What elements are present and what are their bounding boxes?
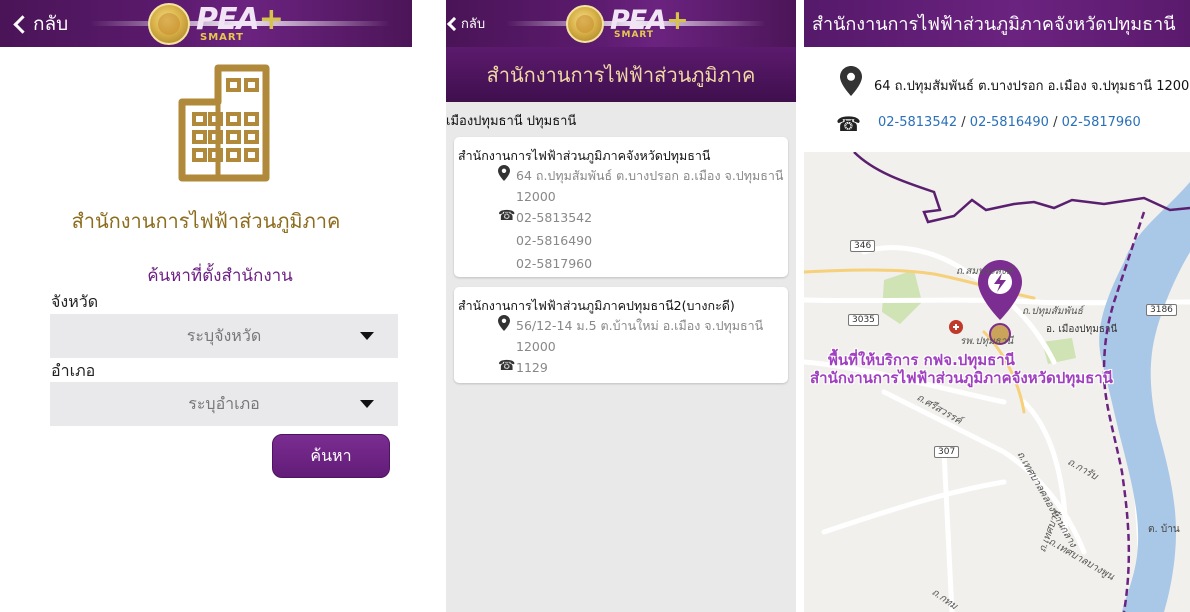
chevron-left-icon (13, 14, 32, 34)
map-street-label: ถ.สมประสงค์ (956, 266, 1013, 277)
office-postcode: 12000 (516, 339, 556, 354)
map-place-label: ต. บ้าน (1148, 524, 1180, 535)
office-postcode: 12000 (516, 189, 556, 204)
pea-logo: PEA+ SMART (148, 2, 284, 46)
location-pin-icon (498, 315, 510, 331)
office-phone[interactable]: 02-5817960 (516, 256, 592, 271)
office-card[interactable]: สำนักงานการไฟฟ้าส่วนภูมิภาคปทุมธานี2(บาง… (454, 287, 788, 383)
pea-logo: PEA+ SMART (566, 2, 689, 46)
detail-phones: 02-5813542 / 02-5816490 / 02-5817960 (878, 115, 1141, 130)
province-label: จังหวัด (51, 292, 99, 311)
dropdown-arrow-icon (360, 332, 374, 340)
district-line: เมืองปทุมธานี ปทุมธานี (446, 114, 577, 129)
phone-icon: ☎ (836, 112, 861, 136)
back-button[interactable]: กลับ (10, 9, 68, 39)
back-label: กลับ (33, 13, 69, 35)
province-select[interactable]: ระบุจังหวัด (50, 314, 398, 358)
road-shield: 307 (934, 446, 960, 458)
screen-results: กลับ PEA+ SMART สำนักงานการไฟฟ้าส่วนภูมิ… (446, 0, 796, 612)
office-name: สำนักงานการไฟฟ้าส่วนภูมิภาคปทุมธานี2(บาง… (458, 298, 735, 313)
detail-address: 64 ถ.ปทุมสัมพันธ์ ต.บางปรอก อ.เมือง จ.ปท… (874, 79, 1190, 94)
service-area-map[interactable]: ถ.สมประสงค์ ถ.ปทุมสัมพันธ์ อ. เมืองปทุมธ… (804, 152, 1190, 612)
pea-seal-icon (566, 5, 604, 43)
logo-text: PEA+ (196, 2, 284, 37)
logo-plus: + (666, 4, 689, 36)
logo-sub: SMART (614, 30, 655, 40)
results-header: สำนักงานการไฟฟ้าส่วนภูมิภาค (446, 47, 796, 102)
road-shield: 3035 (848, 314, 879, 326)
search-button[interactable]: ค้นหา (272, 434, 390, 478)
office-name: สำนักงานการไฟฟ้าส่วนภูมิภาคจังหวัดปทุมธา… (458, 148, 711, 163)
phone-separator: / (1048, 115, 1062, 130)
phone-icon: ☎ (498, 208, 516, 224)
office-card[interactable]: สำนักงานการไฟฟ้าส่วนภูมิภาคจังหวัดปทุมธา… (454, 137, 788, 277)
road-shield: 346 (850, 240, 876, 252)
logo-plus: + (258, 2, 284, 37)
search-button-label: ค้นหา (310, 445, 352, 465)
pea-seal-icon (148, 3, 190, 45)
phone-link[interactable]: 02-5816490 (970, 115, 1049, 130)
phone-link[interactable]: 02-5817960 (1062, 115, 1141, 130)
service-area-office-label: สำนักงานการไฟฟ้าส่วนภูมิภาคจังหวัดปทุมธา… (810, 369, 1113, 387)
office-building-icon (178, 64, 270, 182)
office-address: 56/12-14 ม.5 ต.บ้านใหม่ อ.เมือง จ.ปทุมธา… (516, 318, 764, 333)
back-button[interactable]: กลับ (446, 13, 485, 34)
phone-link[interactable]: 02-5813542 (878, 115, 957, 130)
chevron-left-icon (446, 16, 462, 31)
phone-separator: / (957, 115, 970, 130)
office-phone[interactable]: 02-5816490 (516, 233, 592, 248)
district-select[interactable]: ระบุอำเภอ (50, 382, 398, 426)
page-title: สำนักงานการไฟฟ้าส่วนภูมิภาค (71, 209, 341, 233)
office-address: 64 ถ.ปทุมสัมพันธ์ ต.บางปรอก อ.เมือง จ.ปท… (516, 168, 784, 183)
map-boundary (853, 152, 1190, 224)
results-title: สำนักงานการไฟฟ้าส่วนภูมิภาค (486, 62, 756, 87)
detail-title: สำนักงานการไฟฟ้าส่วนภูมิภาคจังหวัดปทุมธา… (812, 14, 1176, 35)
location-pin-icon (840, 66, 862, 96)
screen-office-detail: สำนักงานการไฟฟ้าส่วนภูมิภาคจังหวัดปทุมธา… (804, 0, 1190, 612)
top-bar: กลับ PEA+ SMART (0, 0, 412, 47)
dropdown-arrow-icon (360, 400, 374, 408)
road-shield: 3186 (1146, 304, 1177, 316)
map-place-label: รพ.ปทุมธานี (960, 336, 1014, 347)
logo-sub: SMART (200, 32, 244, 43)
top-bar: กลับ PEA+ SMART (446, 0, 796, 47)
map-river (1099, 182, 1190, 612)
office-phone[interactable]: 1129 (516, 360, 548, 375)
district-placeholder: ระบุอำเภอ (188, 393, 260, 413)
map-district-label: อ. เมืองปทุมธานี (1046, 324, 1118, 335)
back-label: กลับ (461, 17, 486, 32)
detail-header: สำนักงานการไฟฟ้าส่วนภูมิภาคจังหวัดปทุมธา… (804, 0, 1190, 47)
district-label: อำเภอ (51, 361, 96, 380)
province-placeholder: ระบุจังหวัด (186, 325, 262, 345)
screen-search: กลับ PEA+ SMART สำนักงานการไฟฟ้าส่วนภูมิ… (0, 0, 412, 612)
map-park (882, 270, 922, 324)
phone-icon: ☎ (498, 358, 516, 374)
location-pin-icon (498, 165, 510, 181)
section-subtitle: ค้นหาที่ตั้งสำนักงาน (147, 266, 293, 286)
office-phone[interactable]: 02-5813542 (516, 210, 592, 225)
map-street-label: ถ.ปทุมสัมพันธ์ (1022, 306, 1083, 317)
